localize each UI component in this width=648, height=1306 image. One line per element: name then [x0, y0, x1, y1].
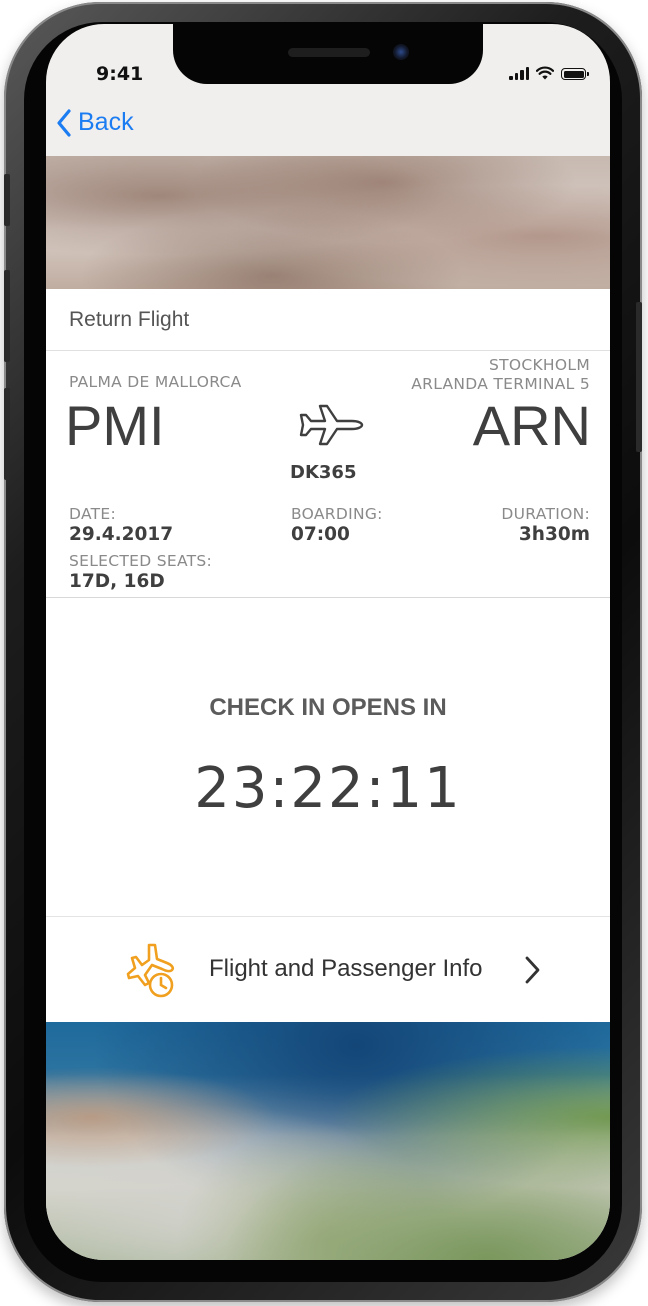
- notch: [173, 24, 483, 84]
- checkin-countdown: 23:22:11: [194, 756, 462, 821]
- silent-switch: [4, 174, 10, 226]
- origin-city: PALMA DE MALLORCA: [69, 373, 242, 391]
- flight-passenger-info-row[interactable]: Flight and Passenger Info: [46, 917, 610, 1024]
- date-value: 29.4.2017: [69, 524, 174, 545]
- checkin-title: CHECK IN OPENS IN: [209, 694, 447, 721]
- status-icons: [509, 66, 589, 80]
- flight-clock-icon: [126, 943, 175, 998]
- phone-frame: 9:41 Back Return Flight PALMA DE MALLORC…: [4, 2, 642, 1302]
- destination-terminal: ARLANDA TERMINAL 5: [411, 375, 590, 393]
- volume-down-button: [4, 388, 10, 480]
- origin-code: PMI: [65, 394, 165, 457]
- destination-city-line1: STOCKHOLM: [488, 356, 590, 374]
- screen: 9:41 Back Return Flight PALMA DE MALLORC…: [46, 24, 610, 1260]
- checkin-section: CHECK IN OPENS IN 23:22:11: [46, 598, 610, 917]
- date-label: DATE:: [69, 505, 117, 523]
- seats-value: 17D, 16D: [69, 571, 165, 592]
- battery-icon: [561, 68, 589, 80]
- flight-card: Return Flight PALMA DE MALLORCA STOCKHOL…: [46, 289, 610, 1024]
- card-title: Return Flight: [69, 308, 190, 331]
- destination-code: ARN: [472, 394, 591, 457]
- back-label: Back: [78, 108, 134, 136]
- airplane-icon: [299, 404, 364, 446]
- header-background-image: [46, 156, 610, 289]
- back-button[interactable]: Back: [56, 108, 134, 137]
- wifi-icon: [536, 66, 554, 80]
- boarding-value: 07:00: [291, 524, 350, 545]
- info-row-label: Flight and Passenger Info: [209, 955, 483, 982]
- status-time: 9:41: [96, 63, 144, 85]
- flight-number: DK365: [290, 462, 357, 483]
- back-chevron-icon: [57, 108, 71, 137]
- chevron-right-icon: [525, 956, 540, 984]
- navigation-bar: Back: [46, 84, 610, 156]
- cellular-signal-icon: [509, 66, 529, 80]
- front-camera: [393, 44, 409, 60]
- destination-city: STOCKHOLM ARLANDA TERMINAL 5: [411, 356, 590, 394]
- route-section: PALMA DE MALLORCA STOCKHOLM ARLANDA TERM…: [46, 351, 610, 598]
- boarding-label: BOARDING:: [291, 505, 383, 523]
- card-header: Return Flight: [46, 289, 610, 351]
- duration-label: DURATION:: [501, 505, 590, 523]
- duration-value: 3h30m: [518, 524, 590, 545]
- power-button: [636, 302, 642, 452]
- speaker: [288, 48, 370, 57]
- volume-up-button: [4, 270, 10, 362]
- footer-background-image: [46, 1022, 610, 1260]
- seats-label: SELECTED SEATS:: [69, 552, 213, 570]
